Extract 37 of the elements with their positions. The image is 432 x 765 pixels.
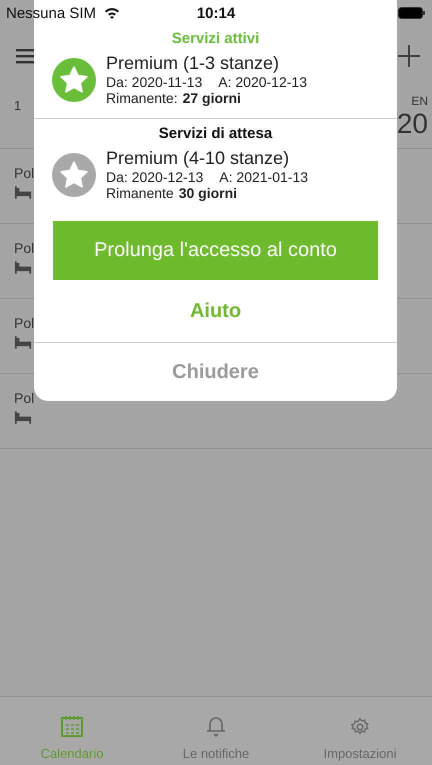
service-name: Premium (4-10 stanze)	[106, 148, 290, 169]
add-icon[interactable]	[398, 45, 420, 67]
battery-icon	[398, 7, 426, 19]
room-name: Pol	[14, 240, 34, 256]
section-title: Servizi di attesa	[158, 125, 272, 142]
remaining-label: Rimanente:	[106, 90, 178, 106]
start-date: Da: 2020-11-13	[106, 74, 202, 90]
section-title: Servizi attivi	[172, 30, 260, 47]
day-text: 1	[14, 98, 22, 115]
extend-access-button[interactable]: Prolunga l'accesso al conto	[53, 221, 378, 280]
carrier-text: Nessuna SIM	[6, 4, 96, 22]
weekday-text: EN	[411, 94, 428, 108]
bell-icon	[204, 714, 228, 738]
help-button[interactable]: Aiuto	[34, 280, 397, 342]
clock-text: 10:14	[196, 4, 236, 22]
bed-icon	[14, 185, 32, 200]
end-date: A: 2021-01-13	[219, 169, 308, 185]
remaining-days: 30 giorni	[178, 185, 238, 201]
service-name: Premium (1-3 stanze)	[106, 53, 280, 74]
room-name: Pol	[14, 315, 34, 331]
start-date: Da: 2020-12-13	[106, 169, 204, 185]
calendar-icon	[60, 714, 84, 738]
end-date: A: 2020-12-13	[218, 74, 307, 90]
wifi-icon	[104, 7, 120, 19]
day-number: 20	[396, 108, 428, 140]
remaining-days: 27 giorni	[182, 90, 241, 106]
bed-icon	[14, 335, 32, 350]
remaining-label: Rimanente	[106, 185, 174, 201]
room-name: Pol	[14, 165, 34, 181]
tab[interactable]: Calendario	[0, 697, 144, 765]
close-button[interactable]: Chiudere	[34, 343, 397, 401]
menu-icon[interactable]	[16, 48, 36, 64]
bed-icon	[14, 260, 32, 275]
room-name: Pol	[14, 390, 34, 406]
tab[interactable]: Impostazioni	[288, 697, 432, 765]
bed-icon	[14, 410, 32, 425]
tab[interactable]: Le notifiche	[144, 697, 288, 765]
